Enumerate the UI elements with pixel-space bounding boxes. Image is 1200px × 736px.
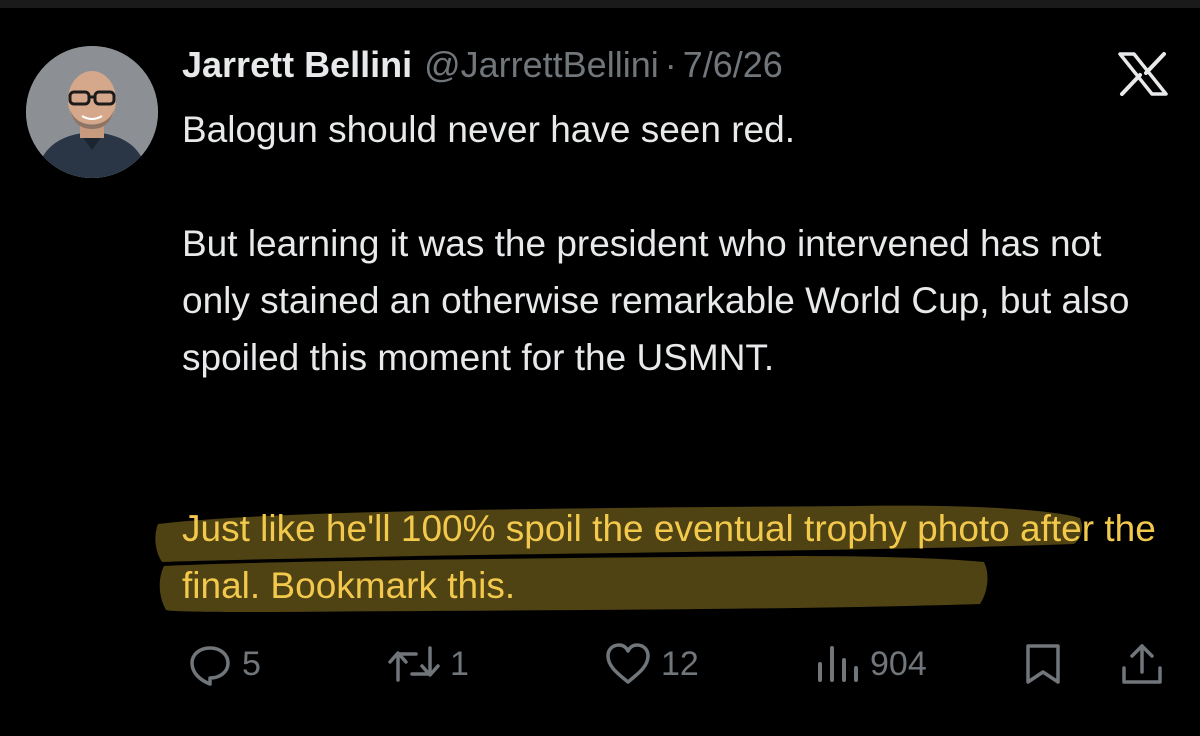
separator-dot: ·: [664, 44, 677, 85]
x-logo-icon[interactable]: [1118, 52, 1168, 96]
tweet-paragraph-1: Balogun should never have seen red.: [182, 109, 795, 150]
like-button[interactable]: 12: [605, 636, 699, 692]
reply-icon: [190, 646, 230, 686]
author-name[interactable]: Jarrett Bellini: [182, 44, 412, 86]
tweet-header: Jarrett Bellini @JarrettBellini · 7/6/26: [182, 44, 783, 92]
views-button[interactable]: 904: [814, 636, 927, 692]
views-icon: [818, 646, 858, 682]
repost-count: 1: [450, 644, 469, 683]
tweet-paragraph-2: But learning it was the president who in…: [182, 223, 1130, 378]
views-count: 904: [870, 644, 927, 683]
author-avatar[interactable]: [26, 46, 158, 178]
reply-button[interactable]: 5: [188, 636, 261, 692]
avatar-image: [26, 46, 158, 178]
like-count: 12: [661, 644, 699, 683]
repost-button[interactable]: 1: [388, 636, 469, 692]
bookmark-icon: [1026, 644, 1060, 684]
heart-icon: [606, 643, 650, 684]
author-handle[interactable]: @JarrettBellini: [424, 44, 659, 86]
share-button[interactable]: [1120, 636, 1164, 692]
tweet-action-bar: 5 1 12 904: [0, 636, 1200, 692]
tweet-date[interactable]: 7/6/26: [683, 44, 783, 86]
bookmark-button[interactable]: [1024, 636, 1062, 692]
share-icon: [1122, 644, 1162, 684]
top-border: [0, 0, 1200, 8]
repost-icon: [388, 646, 440, 682]
tweet-paragraph-3-highlighted: Just like he'll 100% spoil the eventual …: [182, 508, 1156, 606]
reply-count: 5: [242, 644, 261, 683]
